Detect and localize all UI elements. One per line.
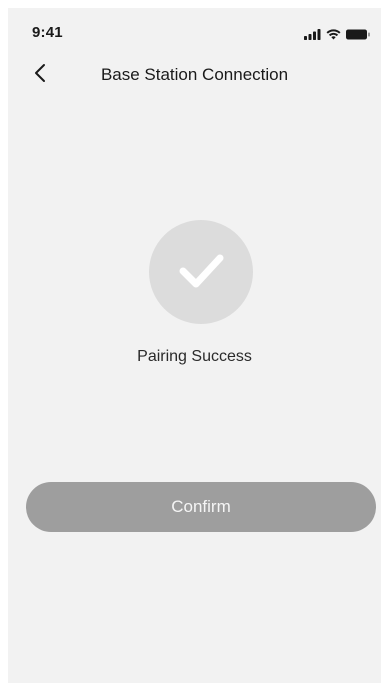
success-indicator: [149, 220, 253, 324]
page-title: Base Station Connection: [100, 65, 289, 84]
navigation-bar: Base Station Connection: [8, 58, 381, 92]
signal-icon: [304, 27, 321, 45]
status-message: Pairing Success: [137, 348, 252, 365]
checkmark-icon: [169, 238, 233, 307]
status-icons: [304, 27, 371, 45]
status-time: 9:41: [32, 24, 63, 41]
confirm-button[interactable]: Confirm: [26, 482, 376, 532]
status-bar: 9:41: [8, 8, 381, 58]
wifi-icon: [326, 27, 341, 45]
battery-icon: [346, 27, 371, 45]
app-screen: 9:41 Base Station Connection Pairing Suc…: [8, 8, 381, 683]
